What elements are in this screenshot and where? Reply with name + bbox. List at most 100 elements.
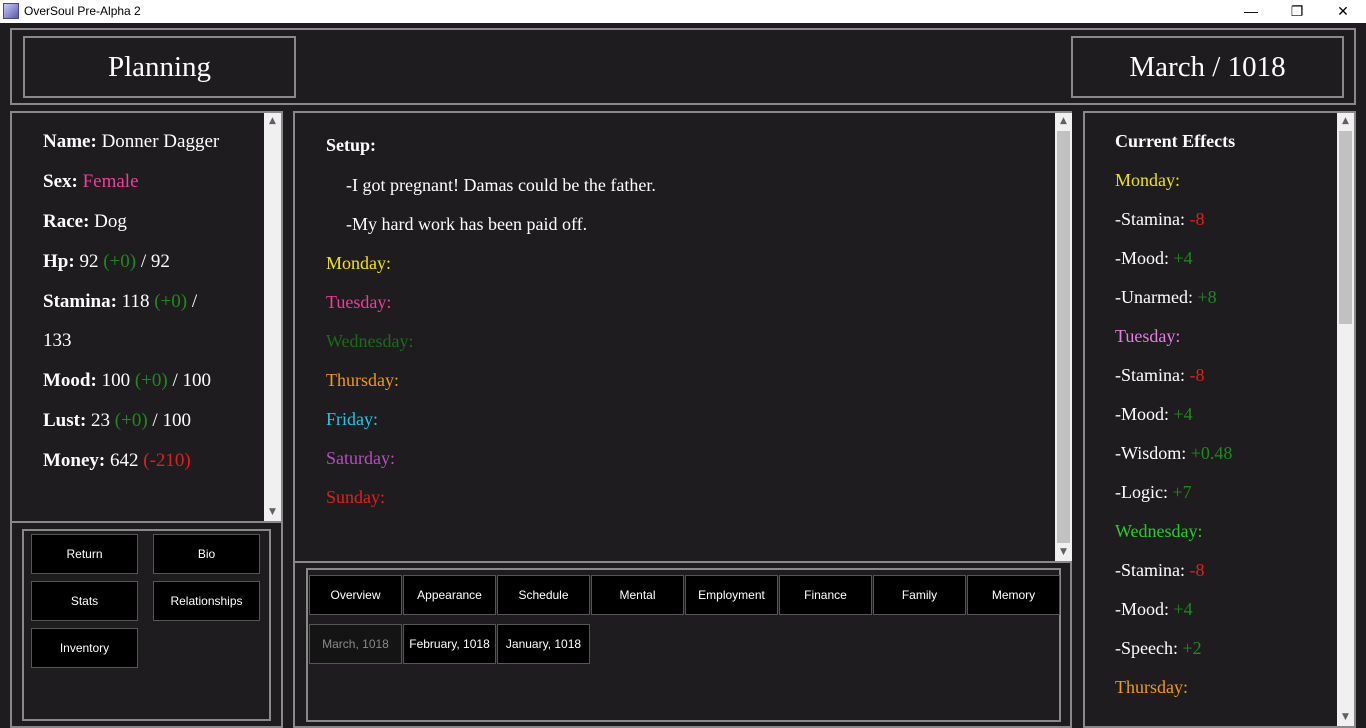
tab-schedule[interactable]: Schedule — [497, 575, 590, 615]
effect-line: -Mood: +4 — [1115, 599, 1193, 620]
date-display: March / 1018 — [1071, 36, 1344, 98]
scroll-up-arrow-icon[interactable]: ▲ — [1055, 113, 1072, 130]
header-frame: Planning March / 1018 — [10, 28, 1356, 105]
stat-stamina-max: 133 — [43, 330, 72, 351]
effect-value: +8 — [1197, 287, 1217, 307]
effect-label: -Mood: — [1115, 599, 1169, 619]
nav-button-frame: Return Bio Stats Relationships Inventory — [22, 529, 271, 721]
tabs-panel: Overview Appearance Schedule Mental Empl… — [293, 561, 1072, 728]
effect-label: -Logic: — [1115, 482, 1168, 502]
scroll-thumb[interactable] — [1339, 131, 1352, 324]
effect-value: +2 — [1182, 638, 1202, 658]
effect-value: +4 — [1173, 404, 1193, 424]
page-title: Planning — [23, 36, 296, 98]
effect-label: Monday: — [1115, 170, 1180, 190]
stat-hp: Hp: 92 (+0) / 92 — [43, 251, 170, 272]
stat-mood: Mood: 100 (+0) / 100 — [43, 370, 211, 391]
effect-value: +4 — [1173, 599, 1193, 619]
tab-finance[interactable]: Finance — [779, 575, 872, 615]
stat-lust: Lust: 23 (+0) / 100 — [43, 410, 191, 431]
planning-panel: Setup: -I got pregnant! Damas could be t… — [293, 111, 1072, 563]
scroll-down-arrow-icon[interactable]: ▼ — [264, 504, 281, 521]
month-button-march[interactable]: March, 1018 — [309, 624, 402, 664]
stat-money: Money: 642 (-210) — [43, 450, 191, 471]
current-effects-panel: Current Effects Monday: -Stamina: -8 -Mood… — [1083, 111, 1356, 728]
close-button[interactable]: ✕ — [1320, 0, 1366, 23]
stats-scrollbar[interactable]: ▲ ▼ — [264, 113, 281, 521]
effect-label: -Speech: — [1115, 638, 1178, 658]
effect-label: -Mood: — [1115, 248, 1169, 268]
stats-button[interactable]: Stats — [31, 581, 138, 621]
stat-race: Race: Dog — [43, 211, 127, 232]
nav-button-panel: Return Bio Stats Relationships Inventory — [10, 521, 283, 728]
window-title: OverSoul Pre-Alpha 2 — [24, 4, 141, 18]
effect-day-label: Wednesday: — [1115, 521, 1203, 542]
effect-line: -Wisdom: +0.48 — [1115, 443, 1232, 464]
effect-value: -8 — [1189, 365, 1205, 385]
window-titlebar: OverSoul Pre-Alpha 2 — ❐ ✕ — [0, 0, 1366, 23]
effect-label: -Mood: — [1115, 404, 1169, 424]
stat-name: Name: Donner Dagger — [43, 131, 220, 152]
effect-line: -Stamina: -8 — [1115, 209, 1205, 230]
character-stats-panel: Name: Donner Dagger Sex: Female Race: Do… — [10, 111, 283, 523]
effect-value: +0.48 — [1190, 443, 1233, 463]
tab-memory[interactable]: Memory — [967, 575, 1060, 615]
effect-line: -Stamina: -8 — [1115, 365, 1205, 386]
setup-line: -I got pregnant! Damas could be the fath… — [346, 175, 656, 195]
bio-button[interactable]: Bio — [153, 534, 260, 574]
effect-label: Thursday: — [1115, 677, 1188, 697]
relationships-button[interactable]: Relationships — [153, 581, 260, 621]
effect-label: -Wisdom: — [1115, 443, 1187, 463]
effect-day-label: Monday: — [1115, 170, 1180, 191]
tab-overview[interactable]: Overview — [309, 575, 402, 615]
stat-sex: Sex: Female — [43, 171, 139, 192]
effect-line: -Mood: +4 — [1115, 404, 1193, 425]
effects-scrollbar[interactable]: ▲ ▼ — [1337, 113, 1354, 726]
effect-day-label: Thursday: — [1115, 677, 1188, 698]
effect-value: -8 — [1189, 560, 1205, 580]
day-label-friday: Friday: — [326, 409, 378, 429]
scroll-down-arrow-icon[interactable]: ▼ — [1055, 544, 1072, 561]
maximize-button[interactable]: ❐ — [1274, 0, 1320, 23]
inventory-button[interactable]: Inventory — [31, 628, 138, 668]
tab-appearance[interactable]: Appearance — [403, 575, 496, 615]
effect-line: -Mood: +4 — [1115, 248, 1193, 269]
effect-label: -Stamina: — [1115, 365, 1185, 385]
tab-employment[interactable]: Employment — [685, 575, 778, 615]
effect-label: -Stamina: — [1115, 209, 1185, 229]
effect-line: -Unarmed: +8 — [1115, 287, 1217, 308]
effect-label: -Stamina: — [1115, 560, 1185, 580]
effect-label: Tuesday: — [1115, 326, 1181, 346]
tab-family[interactable]: Family — [873, 575, 966, 615]
effect-line: -Logic: +7 — [1115, 482, 1192, 503]
effect-value: +4 — [1173, 248, 1193, 268]
effect-label: -Unarmed: — [1115, 287, 1193, 307]
day-label-thursday: Thursday: — [326, 370, 399, 390]
scroll-up-arrow-icon[interactable]: ▲ — [1337, 113, 1354, 130]
setup-line: -My hard work has been paid off. — [346, 214, 588, 234]
month-button-january[interactable]: January, 1018 — [497, 624, 590, 664]
scroll-up-arrow-icon[interactable]: ▲ — [264, 113, 281, 130]
effect-value: -8 — [1189, 209, 1205, 229]
effect-line: -Stamina: -8 — [1115, 560, 1205, 581]
day-label-saturday: Saturday: — [326, 448, 395, 468]
effect-line: -Speech: +2 — [1115, 638, 1202, 659]
day-label-monday: Monday: — [326, 253, 391, 273]
day-label-tuesday: Tuesday: — [326, 292, 392, 312]
setup-label: Setup: — [326, 135, 377, 155]
planning-scrollbar[interactable]: ▲ ▼ — [1055, 113, 1072, 561]
app-icon — [3, 3, 19, 19]
tab-mental[interactable]: Mental — [591, 575, 684, 615]
scroll-thumb[interactable] — [1057, 131, 1070, 543]
effect-value: +7 — [1172, 482, 1192, 502]
effect-label: Wednesday: — [1115, 521, 1203, 541]
return-button[interactable]: Return — [31, 534, 138, 574]
stat-stamina: Stamina: 118 (+0) / — [43, 291, 198, 312]
month-button-february[interactable]: February, 1018 — [403, 624, 496, 664]
day-label-sunday: Sunday: — [326, 487, 386, 507]
day-label-wednesday: Wednesday: — [326, 331, 414, 351]
scroll-down-arrow-icon[interactable]: ▼ — [1337, 709, 1354, 726]
tabs-frame: Overview Appearance Schedule Mental Empl… — [306, 568, 1061, 722]
effect-day-label: Tuesday: — [1115, 326, 1180, 347]
minimize-button[interactable]: — — [1228, 0, 1274, 23]
